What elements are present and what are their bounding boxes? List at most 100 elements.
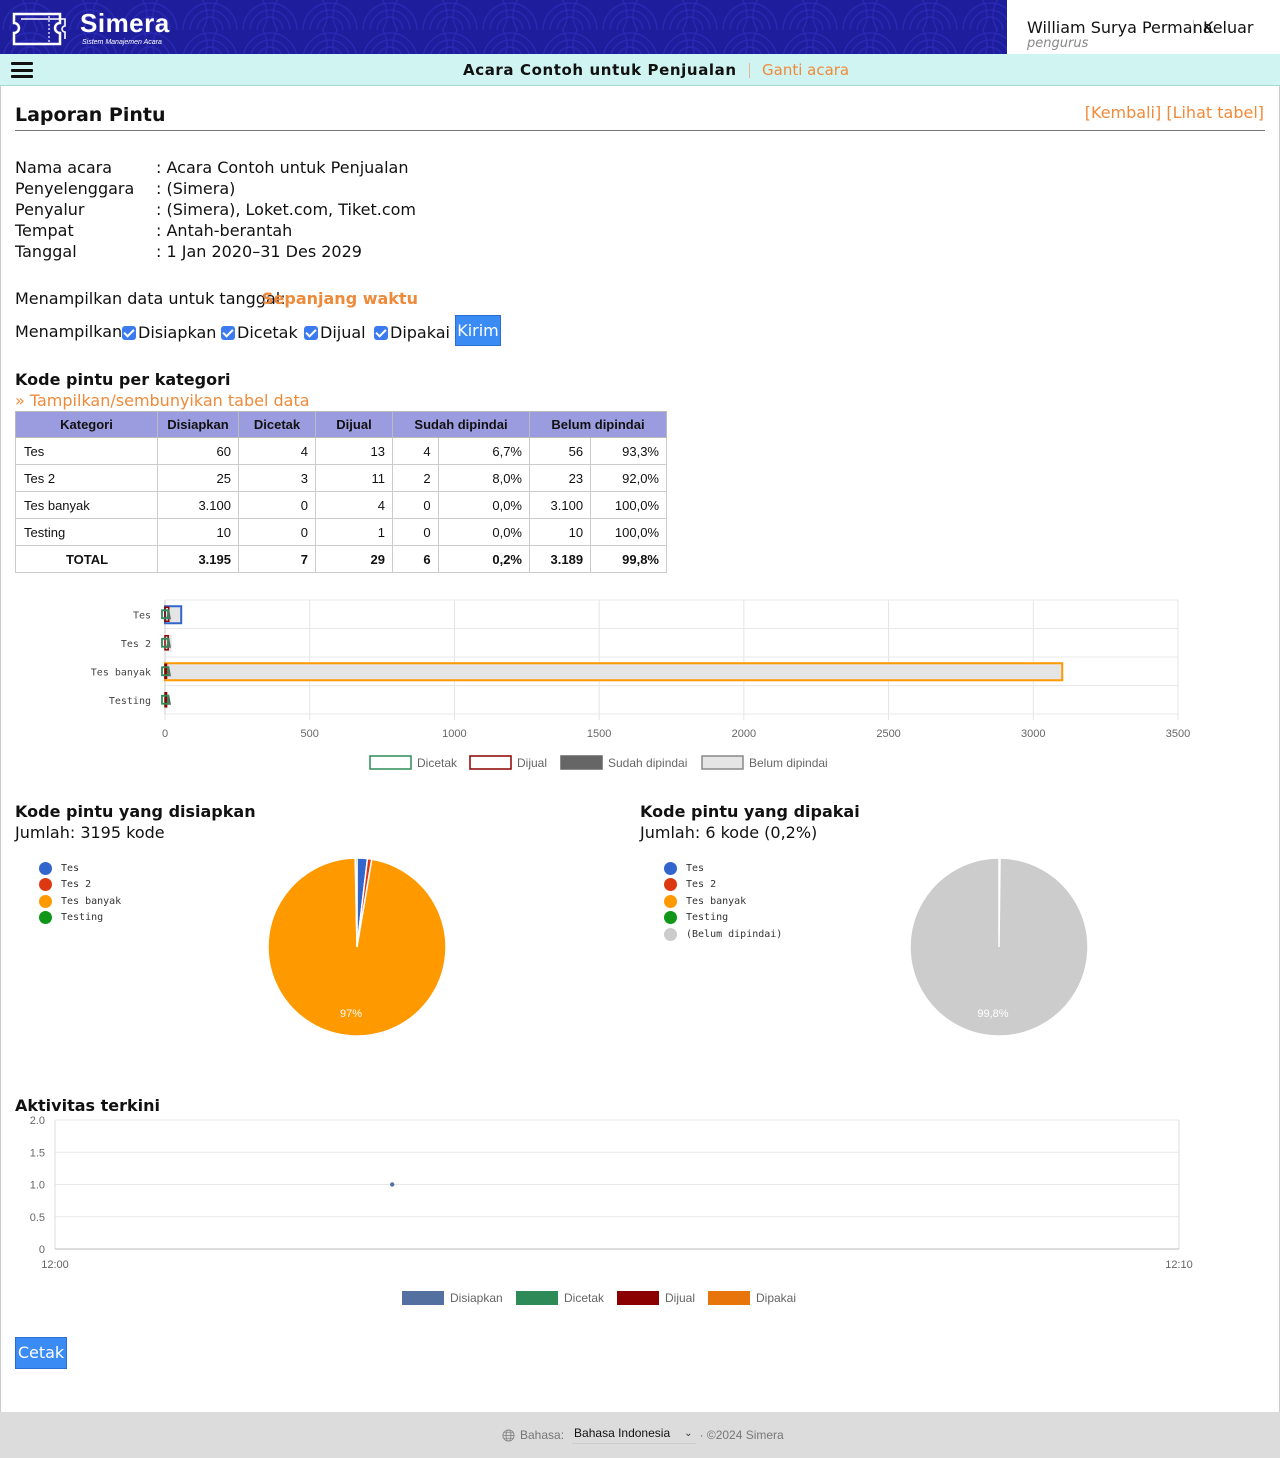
x-tick-label: 2000	[732, 728, 756, 740]
checkbox-dicetak[interactable]: Dicetak	[221, 323, 298, 342]
x-tick-label: 1500	[587, 728, 611, 740]
table-cell: Tes 2	[15, 464, 158, 492]
y-tick-label: 0	[39, 1244, 45, 1256]
legend-swatch	[402, 1291, 444, 1305]
prepared-pie-chart: 97%	[267, 857, 447, 1037]
info-key: Nama acara	[15, 158, 113, 177]
column-header: Dijual	[315, 411, 393, 438]
toggle-table-link[interactable]: » Tampilkan/sembunyikan tabel data	[15, 391, 310, 410]
legend-swatch	[369, 755, 412, 770]
table-cell: 4	[315, 491, 393, 519]
info-key: Penyalur	[15, 200, 85, 219]
y-tick-label: Testing	[109, 696, 151, 707]
legend-label: Dicetak	[417, 756, 458, 770]
hamburger-menu-icon[interactable]	[11, 62, 33, 78]
pie-legend-item: Tes 2	[664, 877, 716, 893]
brand-banner: Simera Sistem Manajemen Acara	[0, 0, 1007, 54]
prepared-count: Jumlah: 3195 kode	[15, 823, 165, 842]
table-cell: 3.100	[528, 491, 592, 519]
table-cell: 0	[392, 491, 439, 519]
legend-label: Dijual	[665, 1291, 695, 1305]
pie-data-label: 97%	[340, 1008, 362, 1020]
table-cell: 93,3%	[590, 437, 667, 465]
column-header: Dicetak	[238, 411, 316, 438]
section-title-categories: Kode pintu per kategori	[15, 370, 231, 389]
column-header: Sudah dipindai	[392, 411, 530, 438]
table-cell: 0,0%	[437, 518, 531, 546]
table-cell: 0	[392, 518, 439, 546]
table-row: TOTAL 3.195 7 29 6 0,2% 3.189 99,8%	[15, 545, 667, 573]
language-select[interactable]: Bahasa Indonesia ⌄	[572, 1426, 696, 1444]
back-link[interactable]: [Kembali]	[1085, 103, 1161, 122]
title-divider	[15, 130, 1265, 131]
legend-swatch	[516, 1291, 558, 1305]
event-bar: Acara Contoh untuk Penjualan Ganti acara	[0, 54, 1280, 86]
table-cell: 56	[528, 437, 592, 465]
pie-legend-item: Testing	[664, 910, 728, 926]
date-filter-value[interactable]: Sepanjang waktu	[262, 289, 418, 308]
checkbox-disiapkan[interactable]: Disiapkan	[122, 323, 216, 342]
table-cell: 92,0%	[590, 464, 667, 492]
footer-content: Bahasa: Bahasa Indonesia ⌄ · ©2024 Simer…	[502, 1426, 784, 1444]
pie-legend-item: Tes banyak	[39, 893, 121, 909]
column-header: Kategori	[15, 411, 158, 438]
legend-swatch	[701, 755, 744, 770]
logo-name: Simera	[80, 8, 170, 38]
user-role: pengurus	[1027, 36, 1089, 51]
category-table: Kategori Disiapkan Dicetak Dijual Sudah …	[15, 411, 667, 573]
category-bar-chart: 0 500 1000 1500 2000 2500 3000 3500 Tes Tes 2 Tes …	[91, 599, 1190, 770]
pie-legend-item: Tes banyak	[664, 893, 746, 909]
logout-link[interactable]: Keluar	[1203, 18, 1254, 37]
x-tick-label: 12:00	[41, 1259, 69, 1271]
event-title: Acara Contoh untuk Penjualan	[463, 61, 737, 79]
pie-legend-item: (Belum dipindai)	[664, 926, 782, 942]
table-cell: 100,0%	[590, 491, 667, 519]
legend-dot-icon	[39, 861, 52, 875]
title-links: [Kembali] [Lihat tabel]	[1085, 103, 1264, 122]
legend-dot-icon	[664, 878, 677, 891]
app-header: Simera Sistem Manajemen Acara William Su…	[0, 0, 1280, 54]
legend-label: Tes 2	[61, 879, 92, 890]
column-header: Belum dipindai	[529, 411, 667, 438]
table-cell: 3	[238, 464, 316, 492]
table-cell: 0	[238, 491, 316, 519]
table-cell: 0,2%	[437, 545, 531, 573]
pie-legend-item: Tes	[39, 860, 79, 876]
legend-label: Tes	[686, 862, 705, 874]
checkbox-dijual[interactable]: Dijual	[304, 323, 366, 342]
legend-dot-icon	[39, 878, 52, 891]
table-cell: 10	[528, 518, 592, 546]
y-tick-label: 2.0	[30, 1115, 45, 1127]
date-filter-label: Menampilkan data untuk tanggal:	[15, 289, 286, 308]
pie-legend-item: Testing	[39, 910, 103, 926]
submit-button[interactable]: Kirim	[455, 315, 501, 346]
legend-label: Tes	[61, 862, 80, 874]
used-count: Jumlah: 6 kode (0,2%)	[640, 823, 818, 842]
table-cell: 6	[392, 545, 439, 573]
x-tick-label: 3000	[1021, 728, 1045, 740]
column-header: Disiapkan	[157, 411, 239, 438]
table-cell: 100,0%	[590, 518, 667, 546]
section-title-used: Kode pintu yang dipakai	[640, 802, 860, 821]
legend-label: Tes banyak	[61, 895, 122, 907]
view-table-link[interactable]: [Lihat tabel]	[1166, 103, 1264, 122]
legend-swatch	[560, 755, 603, 770]
checkbox-dipakai[interactable]: Dipakai	[374, 323, 450, 342]
table-cell: Testing	[15, 518, 158, 546]
used-pie-chart: 99,8%	[909, 857, 1089, 1037]
legend-label: Tes banyak	[686, 895, 747, 907]
table-cell: 4	[238, 437, 316, 465]
pie-legend-item: Tes	[664, 860, 704, 876]
x-tick-label: 3500	[1166, 728, 1190, 740]
table-row: Tes 60 4 13 4 6,7% 56 93,3%	[15, 437, 667, 465]
print-button[interactable]: Cetak	[15, 1337, 67, 1369]
y-tick-label: Tes 2	[121, 639, 151, 650]
x-tick-label: 12:10	[1165, 1259, 1193, 1271]
change-event-link[interactable]: Ganti acara	[762, 61, 849, 79]
info-key: Penyelenggara	[15, 179, 135, 198]
data-point	[390, 1182, 395, 1187]
x-tick-label: 1000	[442, 728, 466, 740]
x-tick-label: 2500	[876, 728, 900, 740]
table-cell: 23	[528, 464, 592, 492]
activity-chart: 0 0.5 1.0 1.5 2.0 12:00 12:10 Disiapkan Dicetak D…	[30, 1115, 1193, 1305]
